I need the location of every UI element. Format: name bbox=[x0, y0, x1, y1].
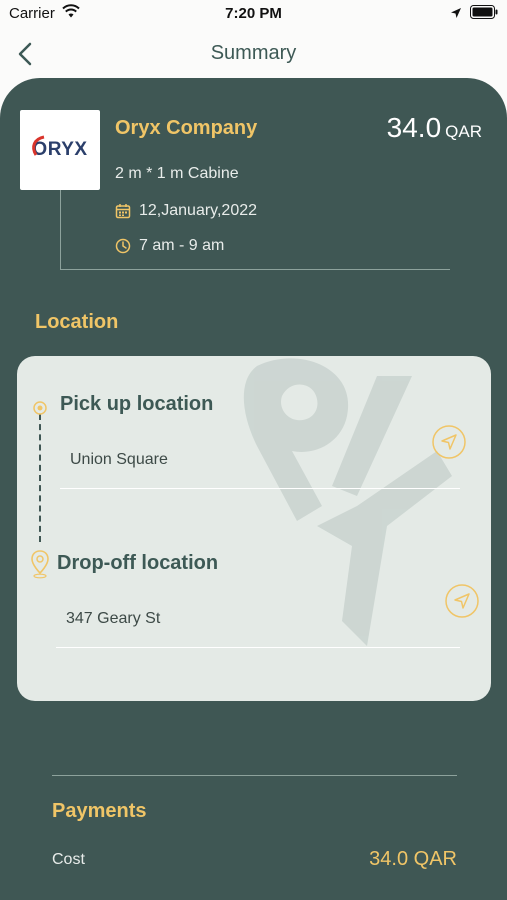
location-heading: Location bbox=[35, 311, 119, 333]
clock-time: 7:20 PM bbox=[225, 5, 282, 22]
calendar-icon bbox=[115, 204, 131, 219]
pickup-point-icon bbox=[32, 400, 48, 421]
payment-row-label: Cost bbox=[52, 851, 85, 868]
booking-date-row: 12,January,2022 bbox=[115, 202, 257, 220]
card-divider-vertical bbox=[60, 190, 61, 270]
booking-price: 34.0 QAR bbox=[387, 112, 482, 144]
booking-time-row: 7 am - 9 am bbox=[115, 237, 224, 255]
oryx-watermark-icon bbox=[243, 358, 452, 646]
dropoff-pin-icon bbox=[30, 549, 50, 584]
price-value: 34.0 bbox=[386, 112, 442, 143]
dropoff-address[interactable]: 347 Geary St bbox=[66, 610, 160, 628]
pickup-underline bbox=[60, 488, 460, 489]
battery-icon bbox=[470, 5, 498, 24]
pickup-navigate-button[interactable] bbox=[431, 424, 467, 465]
logo-swoosh-icon bbox=[32, 135, 45, 156]
payment-row-value: 34.0 QAR bbox=[369, 848, 457, 870]
dropoff-label: Drop-off location bbox=[57, 552, 219, 574]
route-dashed-line bbox=[39, 414, 41, 542]
page-title: Summary bbox=[210, 42, 297, 64]
booking-time: 7 am - 9 am bbox=[139, 237, 225, 254]
navigation-arrow-icon bbox=[445, 584, 479, 618]
clock-icon bbox=[115, 238, 131, 254]
dropoff-underline bbox=[56, 647, 460, 648]
booking-date: 12,January,2022 bbox=[139, 202, 258, 219]
cabin-size: 2 m * 1 m Cabine bbox=[115, 165, 239, 182]
company-logo: ORYX bbox=[20, 110, 100, 190]
payments-heading: Payments bbox=[52, 800, 147, 822]
navigation-arrow-icon bbox=[432, 425, 466, 459]
location-services-icon bbox=[450, 6, 462, 24]
payments-divider bbox=[52, 775, 457, 776]
card-divider-horizontal bbox=[60, 269, 450, 270]
pickup-address[interactable]: Union Square bbox=[70, 451, 168, 469]
pickup-label: Pick up location bbox=[60, 393, 214, 415]
price-currency: QAR bbox=[445, 122, 482, 141]
company-name: Oryx Company bbox=[115, 117, 258, 139]
dropoff-navigate-button[interactable] bbox=[444, 583, 480, 624]
status-bar: Carrier 7:20 PM bbox=[0, 0, 507, 30]
navigation-bar: Summary bbox=[0, 30, 507, 78]
